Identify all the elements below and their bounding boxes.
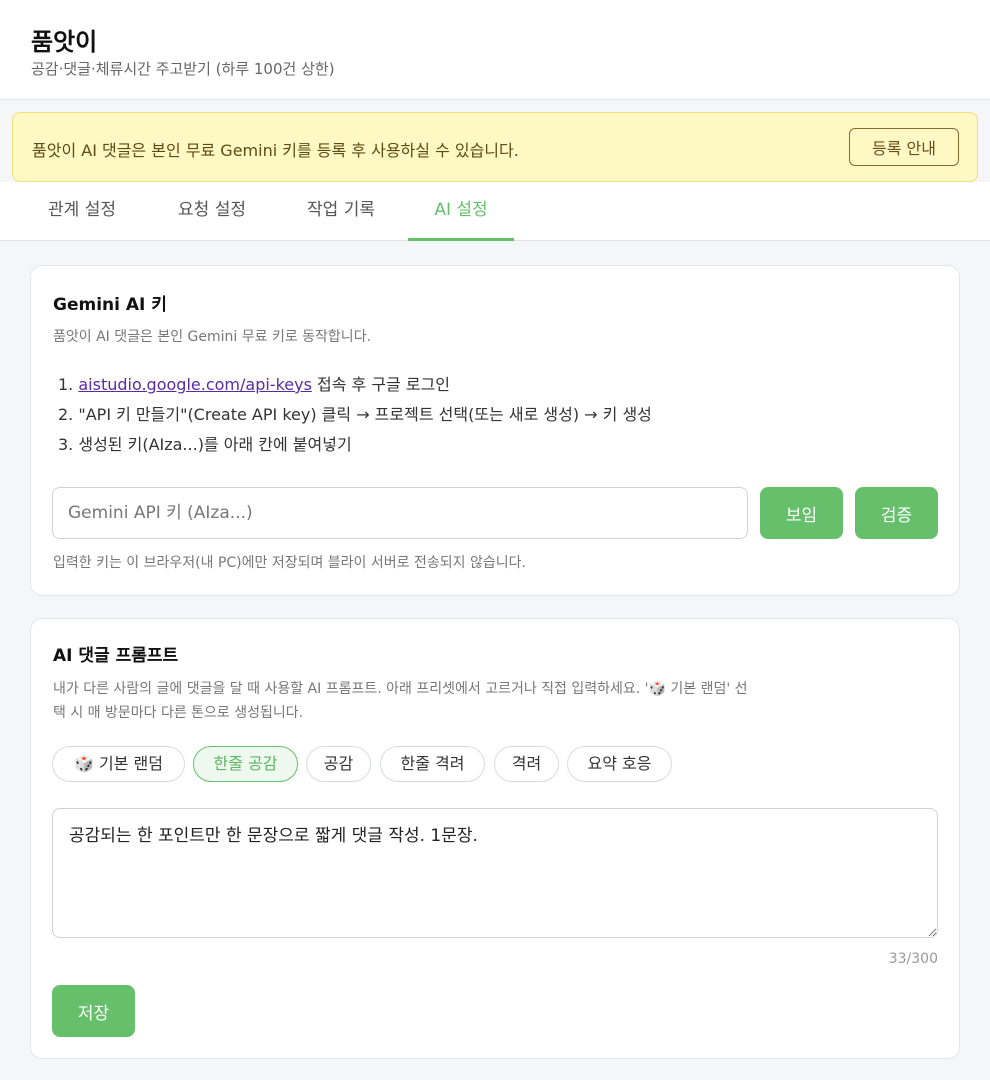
setup-step: 3. 생성된 키(AIza...)를 아래 칸에 붙여넣기 (58, 430, 652, 460)
step-text: 접속 후 구글 로그인 (311, 375, 451, 394)
app-subtitle: 공감·댓글·체류시간 주고받기 (하루 100건 상한) (31, 60, 335, 78)
prompt-description-line: 내가 다른 사람의 글에 댓글을 달 때 사용할 AI 프롬프트. 아래 프리셋… (53, 681, 748, 697)
gemini-card-description: 품앗이 AI 댓글은 본인 Gemini 무료 키로 동작합니다. (53, 329, 372, 345)
registration-guide-button[interactable]: 등록 안내 (849, 128, 959, 166)
tab-request-settings[interactable]: 요청 설정 (149, 182, 275, 241)
prompt-card-title: AI 댓글 프롬프트 (53, 646, 179, 666)
prompt-description-line: 택 시 매 방문마다 다른 톤으로 생성됩니다. (53, 705, 304, 721)
verify-key-button[interactable]: 검증 (855, 487, 938, 539)
tab-relationship-settings[interactable]: 관계 설정 (19, 182, 145, 241)
setup-step: 1. aistudio.google.com/api-keys 접속 후 구글 … (58, 370, 652, 400)
char-count: 33/300 (888, 951, 938, 967)
preset-chip-empathy[interactable]: 공감 (306, 746, 371, 782)
show-key-button[interactable]: 보임 (760, 487, 843, 539)
step-number: 2. (58, 405, 74, 424)
preset-chip-summary-response[interactable]: 요약 호응 (567, 746, 672, 782)
gemini-api-key-input[interactable] (52, 487, 748, 539)
app-header: 품앗이 공감·댓글·체류시간 주고받기 (하루 100건 상한) (0, 0, 990, 100)
ai-prompt-card: AI 댓글 프롬프트 내가 다른 사람의 글에 댓글을 달 때 사용할 AI 프… (30, 618, 960, 1059)
prompt-card-description: 내가 다른 사람의 글에 댓글을 달 때 사용할 AI 프롬프트. 아래 프리셋… (53, 677, 748, 725)
setup-steps-list: 1. aistudio.google.com/api-keys 접속 후 구글 … (58, 370, 652, 460)
api-keys-link[interactable]: aistudio.google.com/api-keys (78, 375, 312, 394)
tab-work-history[interactable]: 작업 기록 (278, 182, 404, 241)
step-text: "API 키 만들기"(Create API key) 클릭 → 프로젝트 선택… (78, 405, 652, 424)
save-button[interactable]: 저장 (52, 985, 135, 1037)
preset-label: 기본 랜덤 (99, 754, 163, 773)
gemini-card-title: Gemini AI 키 (53, 295, 167, 315)
preset-chip-one-line-encourage[interactable]: 한줄 격려 (380, 746, 485, 782)
app-title: 품앗이 (31, 28, 98, 56)
prompt-textarea[interactable]: 공감되는 한 포인트만 한 문장으로 짧게 댓글 작성. 1문장. (52, 808, 938, 938)
key-storage-note: 입력한 키는 이 브라우저(내 PC)에만 저장되며 블라이 서버로 전송되지 … (53, 555, 526, 571)
step-number: 3. (58, 435, 74, 454)
preset-chip-random[interactable]: 🎲 기본 랜덤 (52, 746, 185, 782)
notice-banner: 품앗이 AI 댓글은 본인 무료 Gemini 키를 등록 후 사용하실 수 있… (12, 112, 978, 182)
step-number: 1. (58, 375, 74, 394)
gemini-key-card: Gemini AI 키 품앗이 AI 댓글은 본인 Gemini 무료 키로 동… (30, 265, 960, 596)
tab-bar: 관계 설정 요청 설정 작업 기록 AI 설정 (0, 182, 990, 241)
dice-icon: 🎲 (74, 754, 94, 773)
preset-chip-one-line-empathy[interactable]: 한줄 공감 (193, 746, 298, 782)
setup-step: 2. "API 키 만들기"(Create API key) 클릭 → 프로젝트… (58, 400, 652, 430)
preset-chip-encourage[interactable]: 격려 (494, 746, 559, 782)
notice-text: 품앗이 AI 댓글은 본인 무료 Gemini 키를 등록 후 사용하실 수 있… (32, 141, 519, 160)
step-text: 생성된 키(AIza...)를 아래 칸에 붙여넣기 (78, 435, 352, 454)
tab-ai-settings[interactable]: AI 설정 (408, 182, 514, 241)
